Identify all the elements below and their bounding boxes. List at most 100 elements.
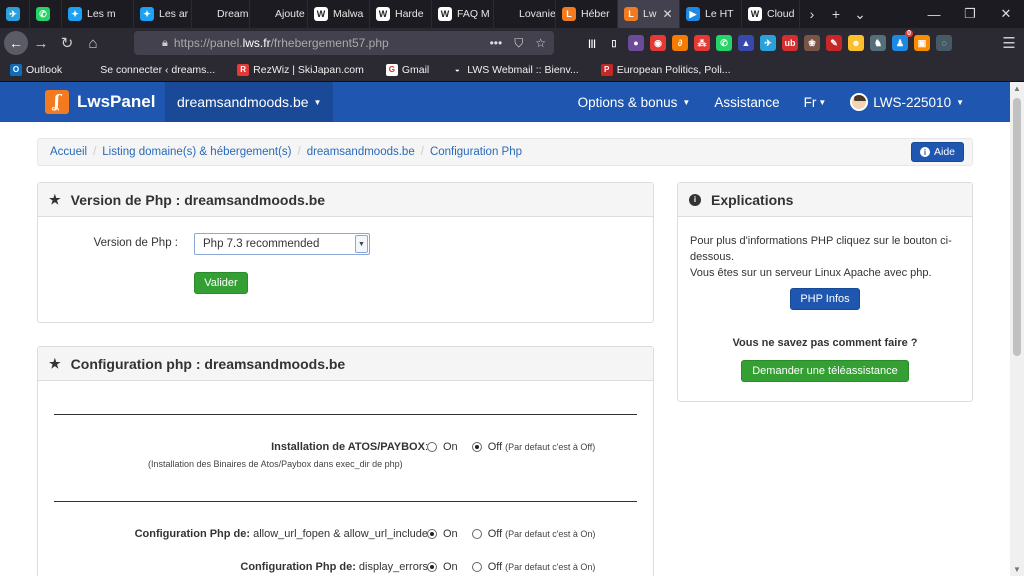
assistance-link[interactable]: Assistance xyxy=(714,95,779,110)
radio-unchecked[interactable] xyxy=(471,529,482,539)
options-bonus-menu[interactable]: Options & bonus ▼ xyxy=(578,95,691,110)
browser-tab[interactable]: Lovaniens xyxy=(494,0,556,28)
url-text: https://panel.lws.fr/frhebergement57.php xyxy=(173,36,389,50)
back-button[interactable]: ← xyxy=(4,31,28,55)
tab-label: Dream xyxy=(217,8,249,20)
tab-list-button[interactable]: ⌄ xyxy=(848,6,872,23)
atos-paybox-on-option[interactable]: On xyxy=(427,441,458,453)
radio-unchecked[interactable] xyxy=(471,562,482,572)
browser-tab[interactable]: ✦ Les m xyxy=(62,0,134,28)
browser-tab[interactable]: ▶ Le HT xyxy=(680,0,742,28)
bookmark-item[interactable]: O Outlook xyxy=(10,63,62,76)
extension-4-icon[interactable]: ⁂ xyxy=(694,35,710,51)
bookmark-item[interactable]: P European Politics, Poli... xyxy=(600,63,731,76)
teleassistance-button[interactable]: Demander une téléassistance xyxy=(741,360,909,382)
library-icon[interactable]: ||| xyxy=(584,35,600,51)
extension-5-icon[interactable]: ▲ xyxy=(738,35,754,51)
plus-icon: + xyxy=(831,6,841,22)
app-menu-button[interactable]: ☰ xyxy=(996,30,1022,56)
address-bar[interactable]: 🔒︎ https://panel.lws.fr/frhebergement57.… xyxy=(134,31,554,55)
radio-checked[interactable] xyxy=(471,442,482,452)
sidebar-icon[interactable]: ▯ xyxy=(606,35,622,51)
bookmark-label: Gmail xyxy=(401,63,430,76)
browser-tab[interactable]: W Cloud xyxy=(742,0,800,28)
browser-tab[interactable]: ✈ xyxy=(0,0,30,28)
scroll-down-icon[interactable]: ▼ xyxy=(1013,565,1021,574)
assistance-label: Assistance xyxy=(714,94,780,110)
tab-favicon-icon: L xyxy=(562,7,576,21)
breadcrumb-home[interactable]: Accueil xyxy=(50,146,87,158)
language-menu[interactable]: Fr ▼ xyxy=(804,95,827,110)
help-button[interactable]: i Aide xyxy=(910,142,964,162)
bookmark-item[interactable]: Se connecter ‹ dreams... xyxy=(84,63,215,76)
allow-url-fopen-off-option[interactable]: Off (Par defaut c'est à On) xyxy=(471,528,595,540)
bookmark-item[interactable]: G Gmail xyxy=(385,63,430,76)
php-version-select[interactable]: Php 7.3 recommended ▼ xyxy=(194,233,370,255)
extension-9-icon[interactable]: ☻ xyxy=(848,35,864,51)
browser-tab[interactable]: ✆ xyxy=(30,0,62,28)
allow-url-fopen-on-option[interactable]: On xyxy=(427,528,458,540)
tab-scroll-button[interactable]: › xyxy=(800,6,824,22)
home-button[interactable]: ⌂ xyxy=(80,30,106,56)
restore-button[interactable]: ❐ xyxy=(952,0,988,28)
extension-11-icon[interactable]: ♟ 0 xyxy=(892,30,913,51)
radio-checked[interactable] xyxy=(427,529,437,539)
radio-unchecked[interactable] xyxy=(427,442,437,452)
breadcrumb-separator: / xyxy=(420,146,424,158)
validate-button[interactable]: Valider xyxy=(194,272,248,294)
domain-dropdown[interactable]: dreamsandmoods.be ▼ xyxy=(165,82,334,122)
explanations-text: Pour plus d'informations PHP cliquez sur… xyxy=(690,233,970,281)
page-actions-icon[interactable]: ••• xyxy=(490,36,503,51)
extension-10-icon[interactable]: ♞ xyxy=(870,35,886,51)
bookmark-star-icon[interactable]: ☆ xyxy=(535,36,546,51)
close-tab-icon[interactable]: ✕ xyxy=(662,7,672,21)
extension-2-icon[interactable]: ◉ xyxy=(650,35,666,51)
browser-tab[interactable]: Dream xyxy=(192,0,250,28)
browser-tab[interactable]: ✦ Les ar xyxy=(134,0,192,28)
bookmark-item[interactable]: R RezWiz | SkiJapan.com xyxy=(237,63,364,76)
bookmarks-bar: O Outlook Se connecter ‹ dreams... R RezWiz … xyxy=(0,58,1024,82)
browser-tab[interactable]: W Harde xyxy=(370,0,432,28)
extension-12-icon[interactable]: ▣ xyxy=(914,35,930,51)
radio-checked[interactable] xyxy=(427,562,437,572)
extension-7-icon[interactable]: ❀ xyxy=(804,35,820,51)
extension-6-icon[interactable]: ub xyxy=(782,35,798,51)
close-window-button[interactable]: ✕ xyxy=(988,0,1024,28)
pocket-icon[interactable]: ⛉ xyxy=(514,36,523,51)
browser-tab[interactable]: Ajoute xyxy=(250,0,308,28)
breadcrumb-current[interactable]: Configuration Php xyxy=(430,146,522,158)
bookmark-favicon-icon: R xyxy=(237,63,250,76)
breadcrumb-listing[interactable]: Listing domaine(s) & hébergement(s) xyxy=(102,146,291,158)
minimize-button[interactable]: — xyxy=(916,0,952,28)
display-errors-on-option[interactable]: On xyxy=(427,561,458,573)
new-tab-button[interactable]: + xyxy=(824,6,848,22)
browser-tab[interactable]: W FAQ M xyxy=(432,0,494,28)
reload-button[interactable]: ↻ xyxy=(54,30,80,56)
display-errors-off-option[interactable]: Off (Par defaut c'est à On) xyxy=(471,561,595,573)
bookmark-favicon-icon: G xyxy=(385,63,398,76)
breadcrumb-domain[interactable]: dreamsandmoods.be xyxy=(307,146,415,158)
telegram-ext-icon[interactable]: ✈ xyxy=(760,35,776,51)
explanations-panel: i Explications Pour plus d'informations P… xyxy=(677,182,973,402)
php-info-button[interactable]: PHP Infos xyxy=(790,288,860,310)
scrollbar-thumb[interactable] xyxy=(1013,98,1021,356)
page-scrollbar[interactable]: ▲ ▼ xyxy=(1010,82,1024,576)
extension-8-icon[interactable]: ✎ xyxy=(826,35,842,51)
brand[interactable]: ʆ LwsPanel xyxy=(45,90,155,114)
tab-label: Héber xyxy=(581,8,610,20)
whatsapp-ext-icon[interactable]: ✆ xyxy=(716,35,732,51)
bookmark-item[interactable]: ◒ LWS Webmail :: Bienv... xyxy=(451,63,579,76)
browser-tab[interactable]: L Lw ✕ xyxy=(618,0,680,28)
browser-tab[interactable]: W Malwa xyxy=(308,0,370,28)
extension-13-icon[interactable]: ◌ xyxy=(936,35,952,51)
browser-tab[interactable]: L Héber xyxy=(556,0,618,28)
options-bonus-label: Options & bonus xyxy=(577,94,678,110)
account-menu[interactable]: LWS-225010 ▼ xyxy=(850,93,964,111)
brand-name: LwsPanel xyxy=(77,92,156,111)
forward-button[interactable]: → xyxy=(28,30,54,56)
scroll-up-icon[interactable]: ▲ xyxy=(1013,84,1021,93)
atos-paybox-off-option[interactable]: Off (Par defaut c'est à Off) xyxy=(471,441,595,453)
extension-3-icon[interactable]: ∂ xyxy=(672,35,688,51)
bookmark-favicon-icon xyxy=(84,63,97,76)
extension-1-icon[interactable]: ● xyxy=(628,35,644,51)
